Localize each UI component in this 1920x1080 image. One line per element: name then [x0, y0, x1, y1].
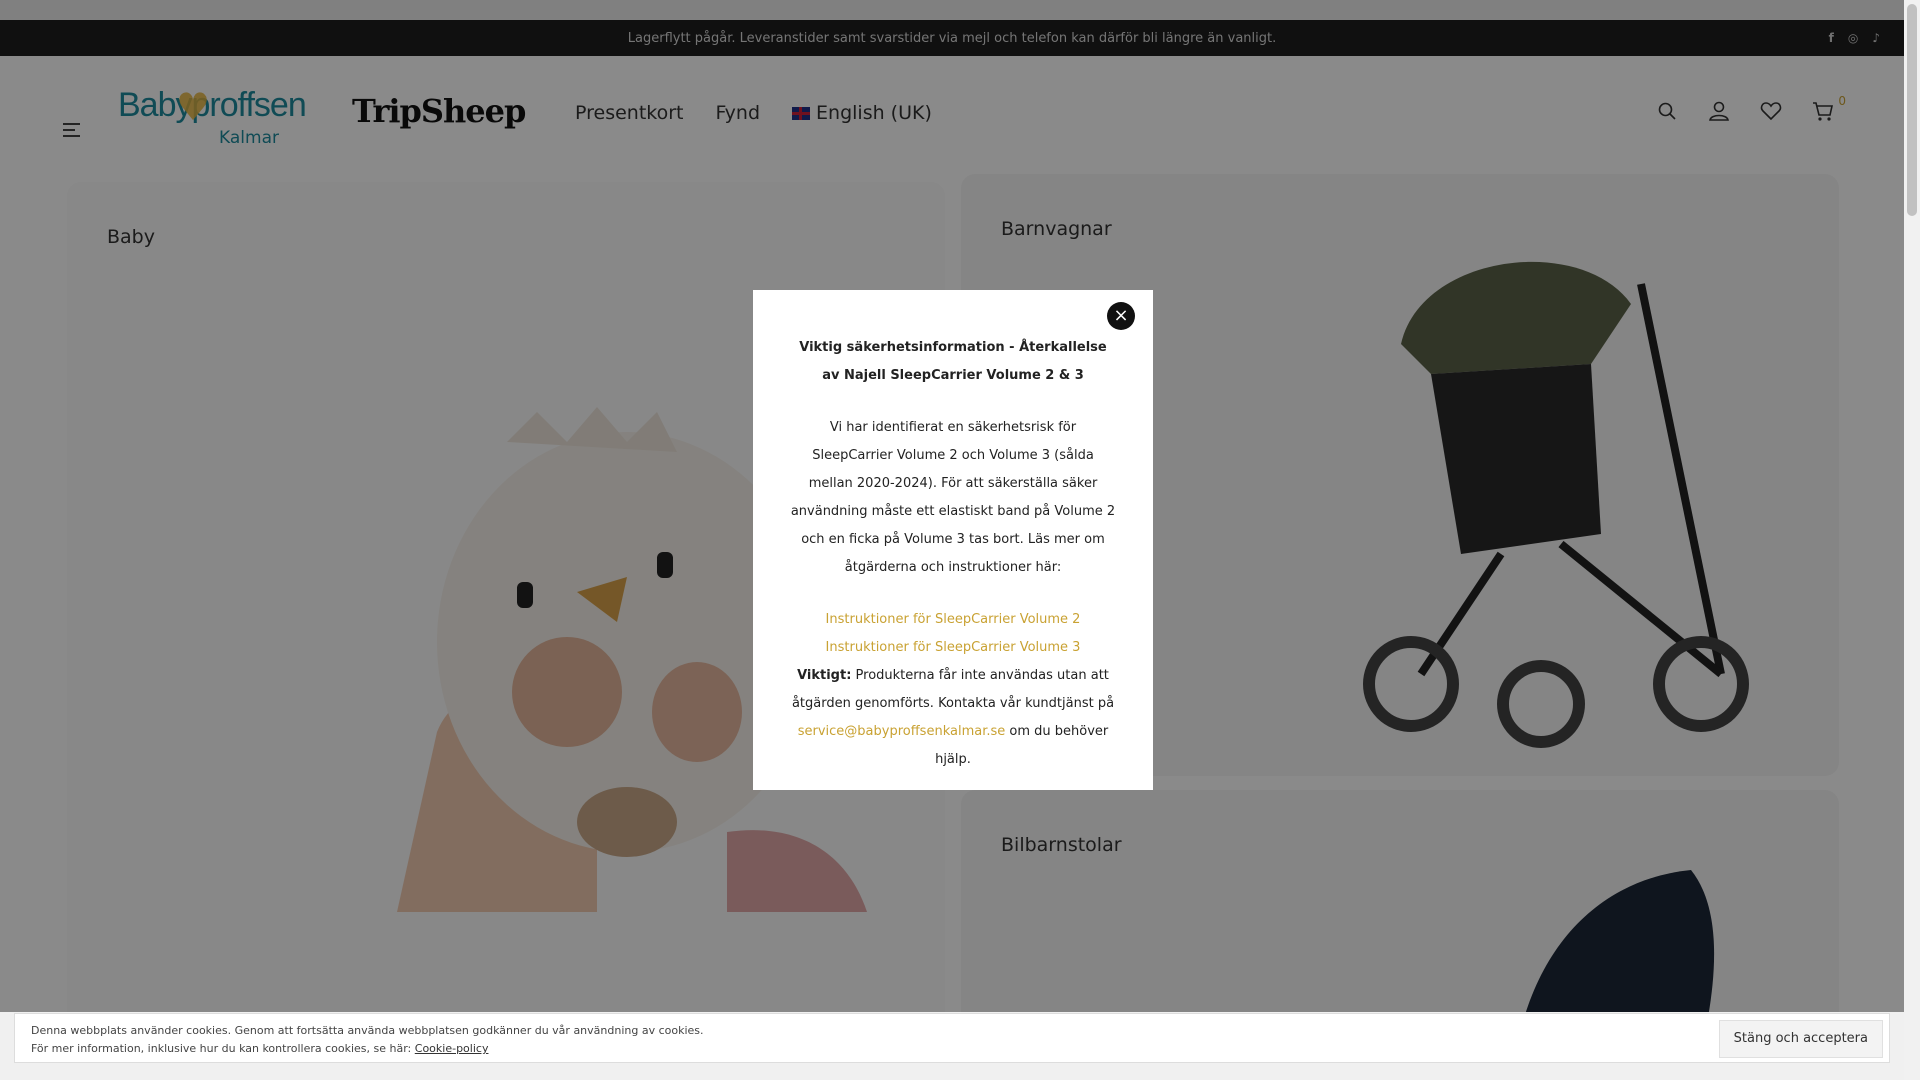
recall-modal: × Viktig säkerhetsinformation - Återkall…	[753, 290, 1153, 790]
cookie-banner: Denna webbplats använder cookies. Genom …	[14, 1013, 1890, 1063]
modal-important: Viktigt: Produkterna får inte användas u…	[789, 662, 1117, 774]
cookie-policy-link[interactable]: Cookie-policy	[415, 1042, 489, 1055]
scrollbar-thumb[interactable]	[1907, 4, 1917, 216]
link-sleepcarrier-volume-2[interactable]: Instruktioner för SleepCarrier Volume 2	[789, 606, 1117, 634]
important-label: Viktigt:	[797, 668, 852, 683]
cookie-accept-button[interactable]: Stäng och acceptera	[1718, 1020, 1883, 1058]
page-scrollbar[interactable]	[1904, 0, 1920, 1080]
cookie-line-2: För mer information, inklusive hur du ka…	[31, 1040, 1873, 1058]
link-sleepcarrier-volume-3[interactable]: Instruktioner för SleepCarrier Volume 3	[789, 634, 1117, 662]
cookie-line-1: Denna webbplats använder cookies. Genom …	[31, 1024, 704, 1037]
close-icon[interactable]: ×	[1107, 302, 1135, 330]
cookie-line-2-text: För mer information, inklusive hur du ka…	[31, 1042, 415, 1055]
modal-title: Viktig säkerhetsinformation - Återkallel…	[799, 340, 1107, 383]
support-email-link[interactable]: service@babyproffsenkalmar.se	[798, 724, 1006, 739]
modal-body: Vi har identifierat en säkerhetsrisk för…	[790, 420, 1116, 575]
